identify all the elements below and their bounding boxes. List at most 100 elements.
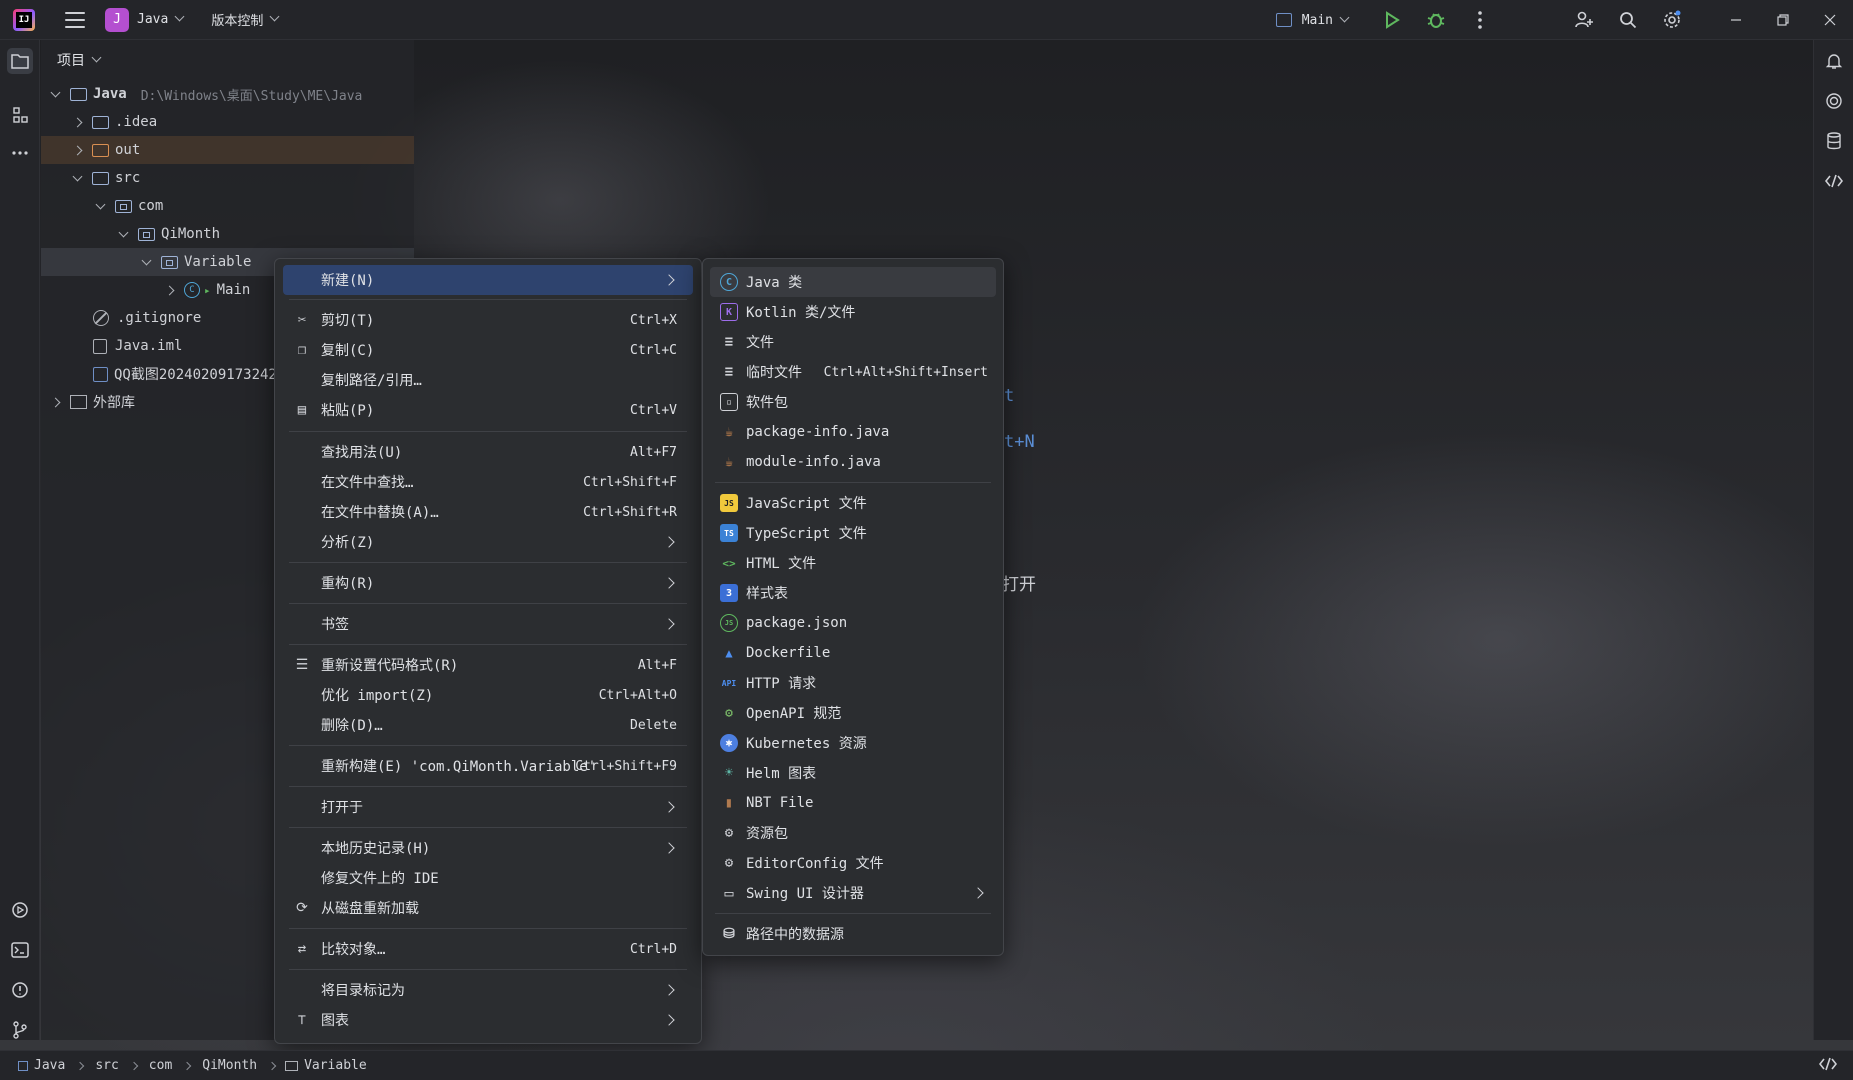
settings-gear-icon[interactable]: [1650, 0, 1694, 40]
search-icon[interactable]: [1606, 0, 1650, 40]
menu-item-replace-in-files[interactable]: 在文件中替换(A)… Ctrl+Shift+R: [283, 497, 693, 527]
code-with-me-icon[interactable]: [1821, 168, 1847, 194]
chevron-down-icon[interactable]: [269, 11, 280, 22]
tree-item-root[interactable]: Java D:\Windows\桌面\Study\ME\Java: [41, 80, 414, 108]
project-tool-icon[interactable]: [7, 48, 33, 74]
submenu-item-typescript[interactable]: TS TypeScript 文件: [710, 518, 996, 548]
tree-item-com[interactable]: com: [41, 192, 414, 220]
tree-item-idea[interactable]: .idea: [41, 108, 414, 136]
menu-item-find-usages[interactable]: 查找用法(U) Alt+F7: [283, 437, 693, 467]
main-menu-icon[interactable]: [65, 11, 85, 28]
menu-item-paste[interactable]: ▤ 粘贴(P) Ctrl+V: [283, 395, 693, 425]
submenu-item-java-class[interactable]: C Java 类: [710, 267, 996, 297]
menu-item-analyze[interactable]: 分析(Z): [283, 527, 693, 557]
submenu-item-module-info[interactable]: ☕ module-info.java: [710, 447, 996, 477]
tree-item-out[interactable]: out: [41, 136, 414, 164]
menu-item-new[interactable]: 新建(N): [283, 265, 693, 295]
expand-arrow-icon[interactable]: [70, 115, 84, 129]
submenu-item-resource-bundle[interactable]: ⚙ 资源包: [710, 818, 996, 848]
submenu-item-package[interactable]: ▫ 软件包: [710, 387, 996, 417]
intellij-logo-icon[interactable]: [13, 8, 35, 31]
menu-item-compare-with[interactable]: ⇄ 比较对象… Ctrl+D: [283, 934, 693, 964]
submenu-item-kotlin[interactable]: K Kotlin 类/文件: [710, 297, 996, 327]
submenu-item-package-info[interactable]: ☕ package-info.java: [710, 417, 996, 447]
minimize-button[interactable]: [1712, 0, 1759, 40]
breadcrumb-item[interactable]: com: [149, 1058, 172, 1073]
submenu-item-http-request[interactable]: API HTTP 请求: [710, 668, 996, 698]
expand-arrow-icon[interactable]: [162, 283, 176, 297]
menu-item-bookmarks[interactable]: 书签: [283, 609, 693, 639]
chevron-down-icon[interactable]: [174, 11, 185, 22]
problems-tool-icon[interactable]: [7, 977, 33, 1003]
menu-item-reload-from-disk[interactable]: ⟳ 从磁盘重新加载: [283, 893, 693, 923]
breadcrumb-item[interactable]: QiMonth: [202, 1058, 257, 1073]
menu-item-repair-ide[interactable]: 修复文件上的 IDE: [283, 863, 693, 893]
ai-assistant-icon[interactable]: [1821, 88, 1847, 114]
menu-item-find-in-files[interactable]: 在文件中查找… Ctrl+Shift+F: [283, 467, 693, 497]
menu-shortcut: Ctrl+Shift+F9: [575, 758, 677, 774]
submenu-item-openapi[interactable]: ⚙ OpenAPI 规范: [710, 698, 996, 728]
menu-item-reformat-code[interactable]: ☰ 重新设置代码格式(R) Alt+F: [283, 650, 693, 680]
submenu-item-html[interactable]: <> HTML 文件: [710, 548, 996, 578]
breadcrumb-item[interactable]: src: [95, 1058, 118, 1073]
git-tool-icon[interactable]: [7, 1017, 33, 1043]
expand-arrow-icon[interactable]: [70, 171, 84, 185]
expand-arrow-icon[interactable]: [139, 255, 153, 269]
project-badge[interactable]: J: [105, 7, 129, 32]
expand-arrow-icon[interactable]: [70, 143, 84, 157]
paste-icon: ▤: [297, 402, 307, 418]
vcs-widget[interactable]: 版本控制: [211, 10, 263, 29]
submenu-item-editorconfig[interactable]: ⚙ EditorConfig 文件: [710, 848, 996, 878]
menu-item-local-history[interactable]: 本地历史记录(H): [283, 833, 693, 863]
close-window-button[interactable]: [1806, 0, 1853, 40]
submenu-item-swing-ui[interactable]: ▭ Swing UI 设计器: [710, 878, 996, 908]
tree-item-src[interactable]: src: [41, 164, 414, 192]
expand-arrow-icon[interactable]: [116, 227, 130, 241]
menu-item-refactor[interactable]: 重构(R): [283, 568, 693, 598]
menu-item-copy[interactable]: ❐ 复制(C) Ctrl+C: [283, 335, 693, 365]
debug-icon[interactable]: [1414, 0, 1458, 40]
breadcrumb-item[interactable]: Variable: [304, 1058, 367, 1073]
menu-item-rebuild[interactable]: 重新构建(E) 'com.QiMonth.Variable' Ctrl+Shif…: [283, 751, 693, 781]
submenu-item-stylesheet[interactable]: 3 样式表: [710, 578, 996, 608]
run-icon[interactable]: [1370, 0, 1414, 40]
breadcrumb-item[interactable]: Java: [34, 1058, 65, 1073]
menu-item-copy-path[interactable]: 复制路径/引用…: [283, 365, 693, 395]
restore-button[interactable]: [1759, 0, 1806, 40]
submenu-item-kubernetes[interactable]: ⎈ Kubernetes 资源: [710, 728, 996, 758]
library-icon: [70, 395, 87, 409]
code-with-me-icon[interactable]: [1818, 1057, 1838, 1075]
structure-tool-icon[interactable]: [7, 102, 33, 128]
submenu-item-package-json[interactable]: JS package.json: [710, 608, 996, 638]
submenu-item-scratch-file[interactable]: ≡ 临时文件 Ctrl+Alt+Shift+Insert: [710, 357, 996, 387]
services-tool-icon[interactable]: [7, 897, 33, 923]
database-icon[interactable]: [1821, 128, 1847, 154]
submenu-item-file[interactable]: ≡ 文件: [710, 327, 996, 357]
menu-item-diagrams[interactable]: ⊤ 图表: [283, 1005, 693, 1035]
terminal-tool-icon[interactable]: [7, 937, 33, 963]
submenu-item-nbt-file[interactable]: ▮ NBT File: [710, 788, 996, 818]
run-configuration-selector[interactable]: Main: [1275, 12, 1350, 28]
submenu-item-dockerfile[interactable]: ▲ Dockerfile: [710, 638, 996, 668]
menu-item-cut[interactable]: ✂ 剪切(T) Ctrl+X: [283, 305, 693, 335]
expand-arrow-icon[interactable]: [48, 395, 62, 409]
html-icon: <>: [722, 556, 736, 570]
submenu-item-javascript[interactable]: JS JavaScript 文件: [710, 488, 996, 518]
expand-arrow-icon[interactable]: [48, 87, 62, 101]
menu-item-mark-directory-as[interactable]: 将目录标记为: [283, 975, 693, 1005]
add-user-icon[interactable]: [1562, 0, 1606, 40]
menu-item-optimize-imports[interactable]: 优化 import(Z) Ctrl+Alt+O: [283, 680, 693, 710]
menu-label: 重新设置代码格式(R): [321, 658, 459, 674]
submenu-label: EditorConfig 文件: [746, 856, 884, 872]
project-panel-header[interactable]: 项目: [41, 40, 414, 80]
submenu-item-data-source[interactable]: ⛁ 路径中的数据源: [710, 919, 996, 949]
menu-item-open-in[interactable]: 打开于: [283, 792, 693, 822]
expand-arrow-icon[interactable]: [93, 199, 107, 213]
project-name[interactable]: Java: [137, 12, 168, 27]
more-actions-icon[interactable]: [1458, 0, 1502, 40]
submenu-item-helm[interactable]: ☀ Helm 图表: [710, 758, 996, 788]
menu-item-delete[interactable]: 删除(D)… Delete: [283, 710, 693, 740]
more-tools-icon[interactable]: [7, 140, 33, 166]
tree-item-qimonth[interactable]: QiMonth: [41, 220, 414, 248]
notifications-bell-icon[interactable]: [1821, 48, 1847, 74]
